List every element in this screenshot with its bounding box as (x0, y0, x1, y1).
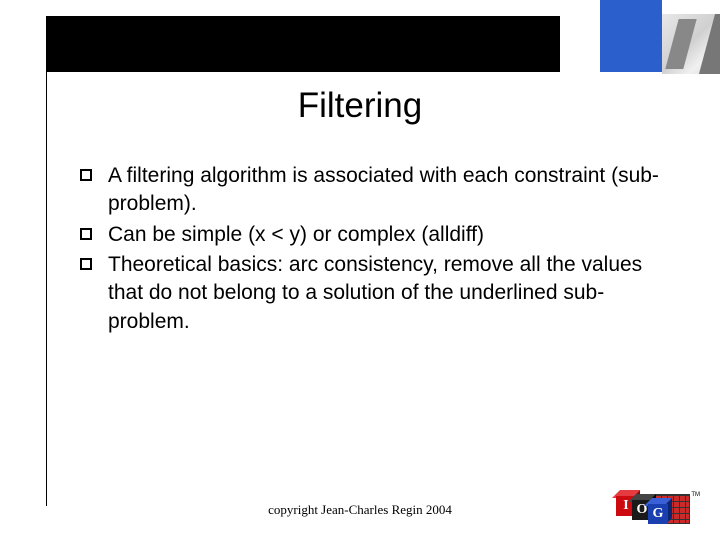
header-blackbar (46, 16, 560, 72)
square-bullet-icon (80, 169, 92, 181)
footer-copyright: copyright Jean-Charles Regin 2004 (0, 502, 720, 518)
list-item: A filtering algorithm is associated with… (80, 162, 670, 219)
list-item-text: Theoretical basics: arc consistency, rem… (108, 251, 670, 336)
slide-body: A filtering algorithm is associated with… (80, 162, 670, 338)
logo-letter-g: G (648, 504, 668, 524)
square-bullet-icon (80, 228, 92, 240)
trademark-icon: TM (691, 492, 700, 498)
list-item: Can be simple (x < y) or complex (alldif… (80, 221, 670, 249)
list-item-text: Can be simple (x < y) or complex (alldif… (108, 221, 670, 249)
header-band (46, 16, 720, 72)
square-bullet-icon (80, 258, 92, 270)
list-item-text: A filtering algorithm is associated with… (108, 162, 670, 219)
header-bluebar (600, 0, 662, 72)
logo-cube-blue: G (648, 504, 668, 524)
list-item: Theoretical basics: arc consistency, rem… (80, 251, 670, 336)
header-photo (662, 14, 720, 74)
slide-title: Filtering (0, 86, 720, 126)
ilog-logo: I O G TM (614, 494, 690, 524)
